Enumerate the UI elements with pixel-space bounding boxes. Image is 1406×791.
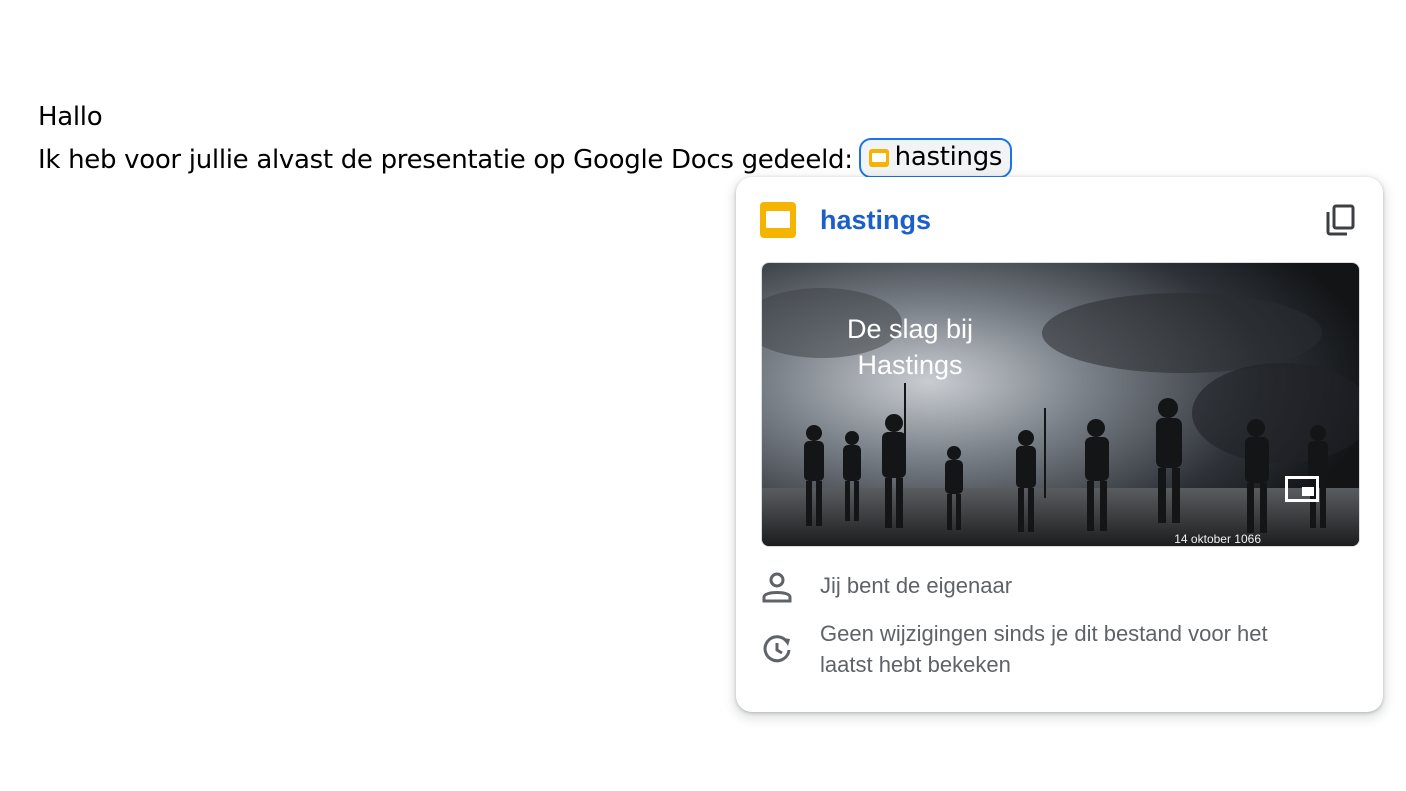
google-slides-icon bbox=[868, 148, 889, 167]
doc-share-text: Ik heb voor jullie alvast de presentatie… bbox=[38, 145, 853, 175]
activity-row: Geen wijzigingen sinds je dit bestand vo… bbox=[760, 618, 1359, 680]
file-title-link[interactable]: hastings bbox=[820, 205, 1323, 236]
doc-paragraph-greeting: Hallo bbox=[38, 102, 103, 132]
history-clock-icon-graphic bbox=[763, 635, 791, 663]
person-icon bbox=[760, 570, 796, 606]
smart-chip-label: hastings bbox=[894, 142, 1003, 172]
slide-title-text: De slag bij Hastings bbox=[846, 314, 974, 380]
slide-date-text: 14 oktober 1066 bbox=[1174, 532, 1261, 546]
copy-icon[interactable] bbox=[1323, 202, 1359, 238]
owner-text: Jij bent de eigenaar bbox=[820, 573, 1013, 598]
picture-in-picture-icon-graphic bbox=[1285, 476, 1319, 502]
slide-background-image bbox=[762, 263, 1359, 546]
activity-text: Geen wijzigingen sinds je dit bestand vo… bbox=[820, 621, 1268, 677]
file-preview-hovercard: hastings De slag bij Hastings 14 oktober… bbox=[736, 177, 1383, 712]
doc-paragraph-share: Ik heb voor jullie alvast de presentatie… bbox=[38, 137, 1013, 182]
document-body[interactable]: Hallo Ik heb voor jullie alvast de prese… bbox=[38, 96, 1013, 182]
file-smart-chip[interactable]: hastings bbox=[858, 137, 1013, 178]
google-slides-icon bbox=[760, 202, 796, 238]
picture-in-picture-icon[interactable] bbox=[1285, 476, 1319, 502]
owner-row: Jij bent de eigenaar bbox=[760, 570, 1359, 606]
person-icon-graphic bbox=[762, 572, 792, 603]
hovercard-header: hastings bbox=[760, 201, 1359, 239]
copy-icon-graphic bbox=[1326, 204, 1355, 236]
history-clock-icon bbox=[760, 632, 796, 668]
slide-thumbnail[interactable]: De slag bij Hastings 14 oktober 1066 bbox=[761, 262, 1360, 547]
